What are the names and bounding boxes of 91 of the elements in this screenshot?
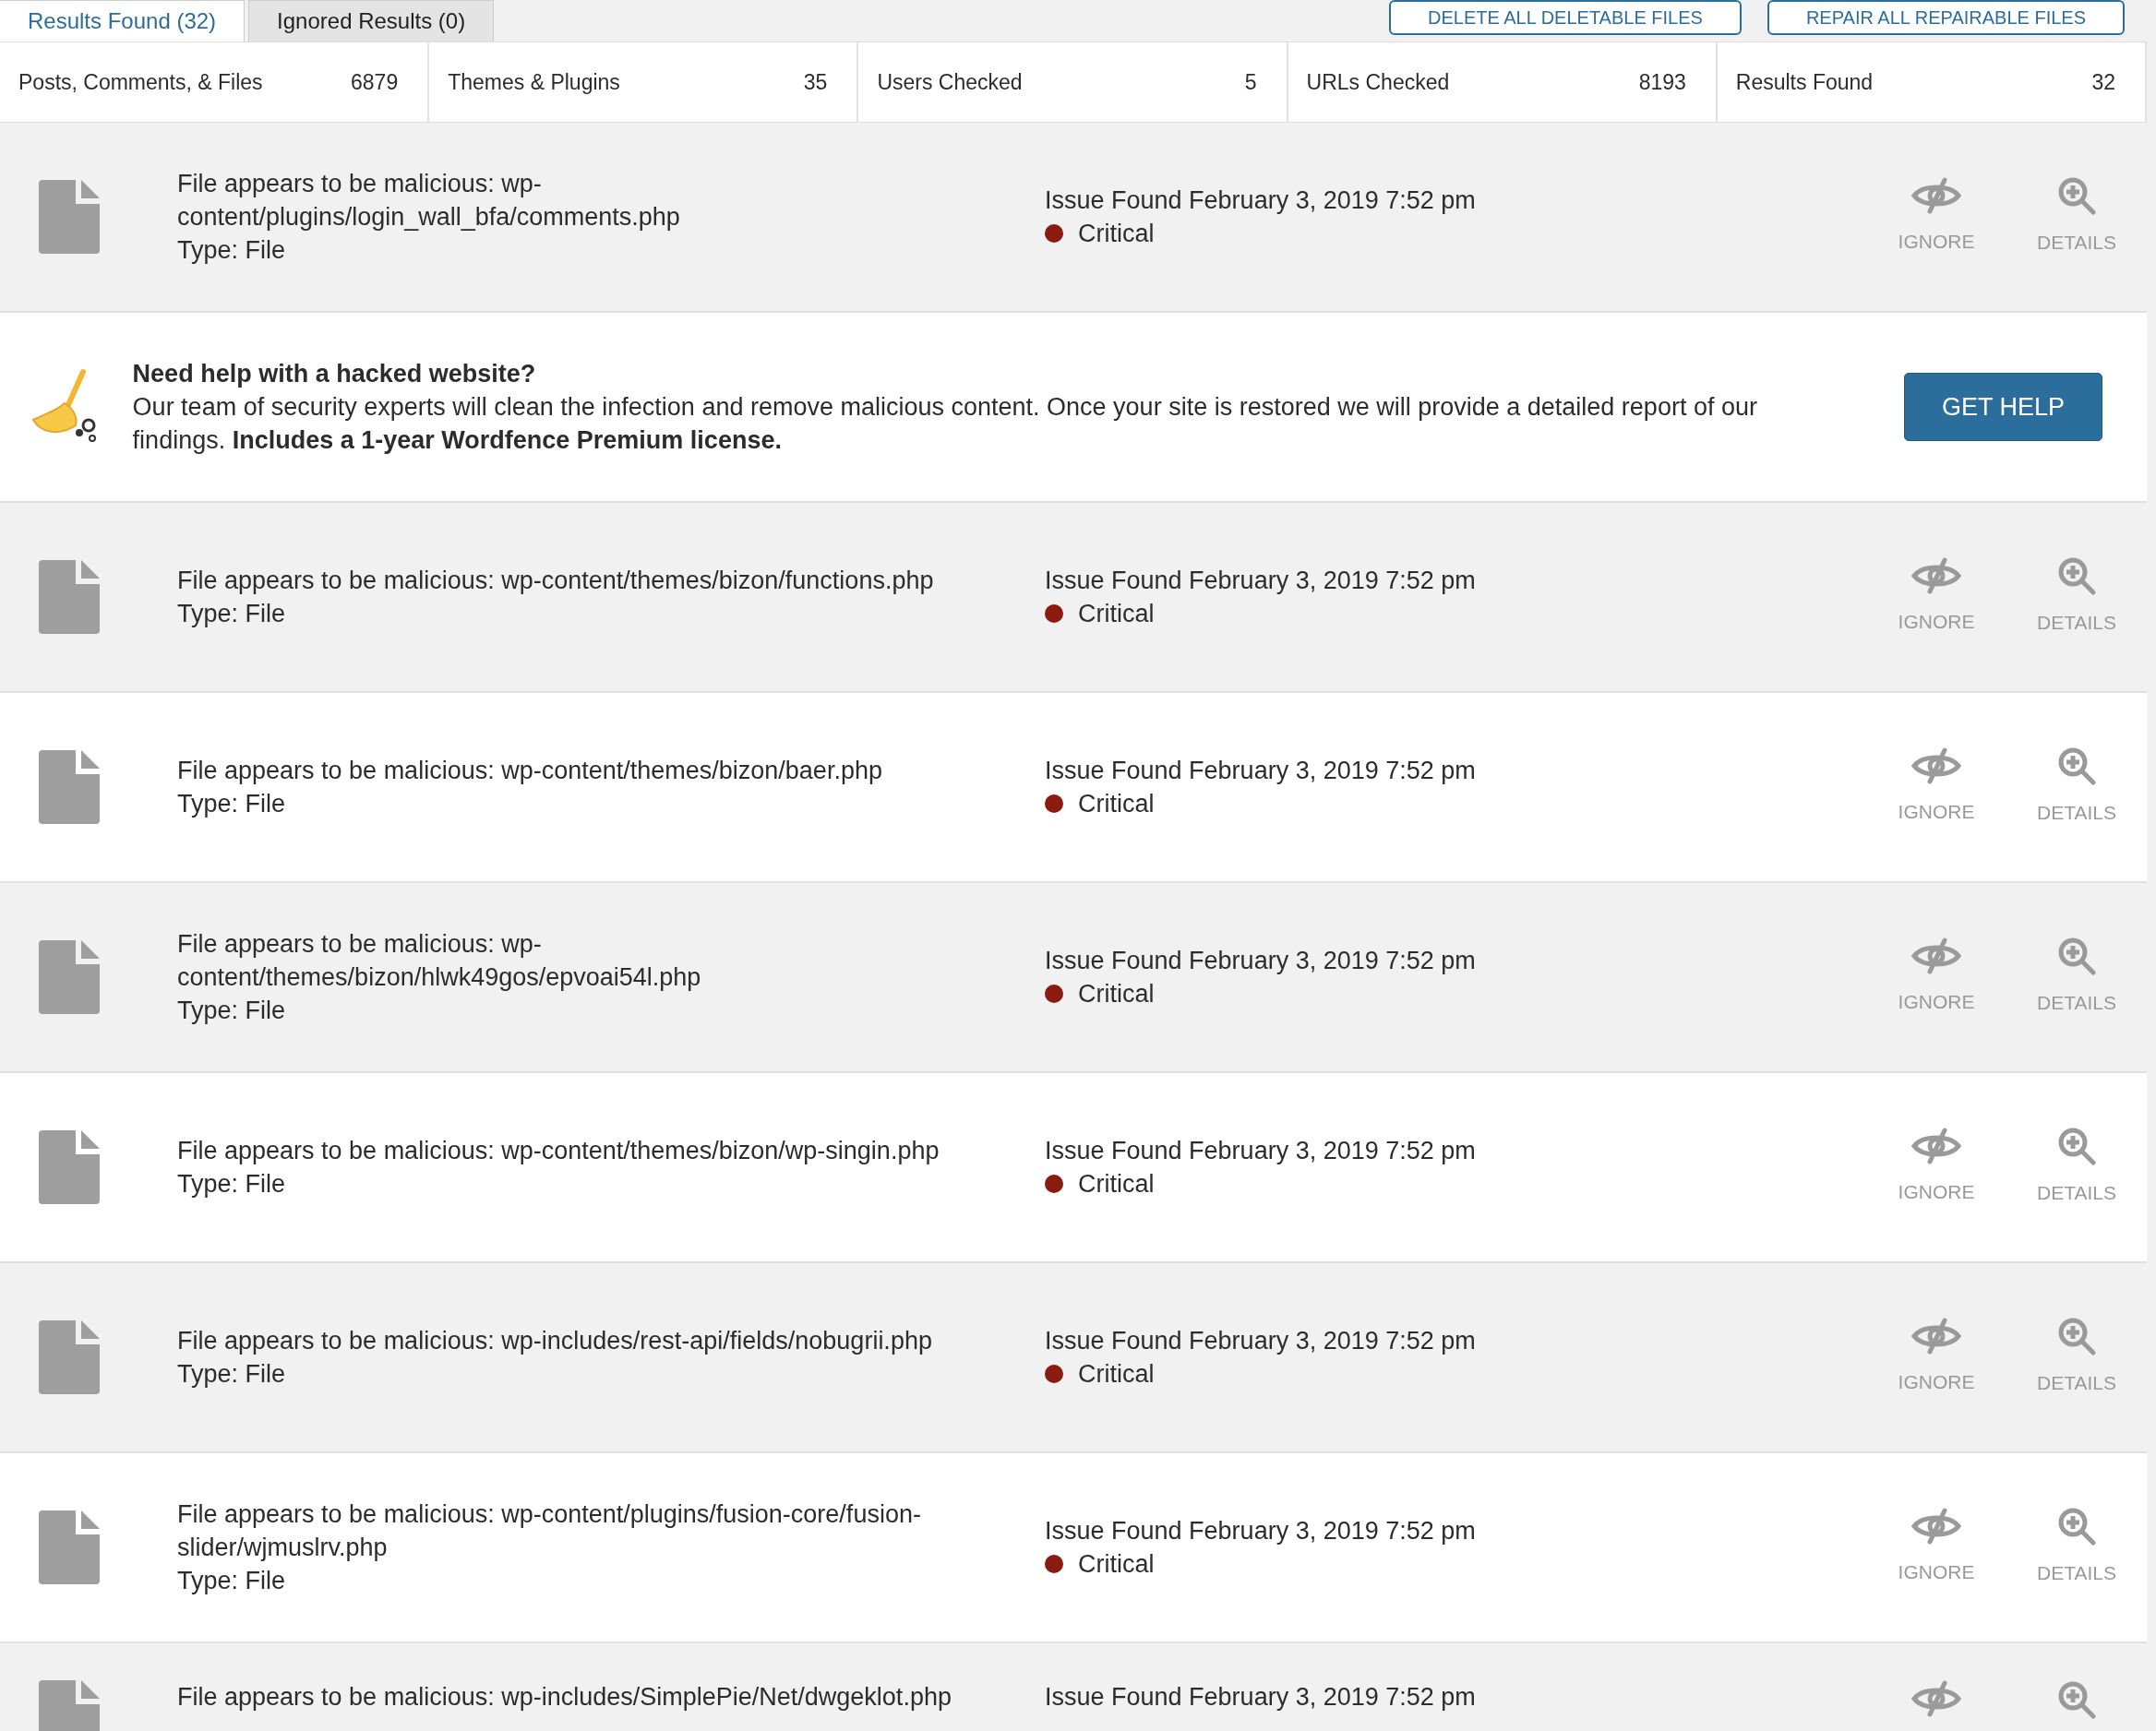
issue-description: File appears to be malicious: wp-content/themes/bizon/functions.php — [177, 566, 935, 596]
file-icon — [39, 750, 100, 824]
zoom-in-icon — [2057, 937, 2096, 976]
issue-type: Type: File — [177, 599, 287, 629]
severity-label: Critical — [1078, 1549, 1155, 1580]
zoom-in-icon — [2057, 1127, 2096, 1166]
stat-value: 6879 — [351, 68, 399, 96]
issue-date: Issue Found February 3, 2019 7:52 pm — [1045, 1516, 1477, 1546]
issue-description: File appears to be malicious: wp-includes/rest-api/fields/nobugrii.php — [177, 1326, 933, 1356]
file-icon — [39, 1130, 100, 1204]
issue-date: Issue Found February 3, 2019 7:52 pm — [1045, 185, 1477, 216]
zoom-in-icon — [2057, 1507, 2096, 1546]
severity-label: Critical — [1078, 599, 1155, 629]
severity-dot — [1045, 1175, 1063, 1193]
details-button[interactable]: DETAILS — [2006, 176, 2147, 257]
issue-type: Type: File — [177, 235, 287, 266]
issue-type: Type: File — [177, 1359, 287, 1390]
details-button[interactable]: DETAILS — [2006, 937, 2147, 1018]
eye-slash-icon — [1911, 937, 1961, 975]
issue-description: File appears to be malicious: wp-content/themes/bizon/hlwk49gos/epvoai54l.php — [177, 929, 702, 993]
ignore-button[interactable]: IGNORE — [1866, 1318, 2006, 1397]
issue-description: File appears to be malicious: wp-content/themes/bizon/baer.php — [177, 756, 883, 786]
file-icon — [39, 560, 100, 634]
details-button[interactable]: DETAILS — [2006, 1317, 2147, 1398]
issue-description: File appears to be malicious: wp-content/themes/bizon/wp-singin.php — [177, 1136, 940, 1166]
severity-label: Critical — [1078, 1359, 1155, 1390]
eye-slash-icon — [1911, 1128, 1961, 1165]
ignore-button[interactable]: IGNORE — [1866, 747, 2006, 827]
severity-label: Critical — [1078, 219, 1155, 249]
stat-label: Users Checked — [877, 68, 1023, 96]
severity-dot — [1045, 224, 1063, 243]
promo-text: Our team of security experts will clean the infection and remove malicious content. Once your site is restored we will provide a detailed report of our findings. Includes a 1-year Wordfence Premium license. — [132, 392, 1758, 456]
stat-value: 5 — [1244, 68, 1257, 96]
issue-date: Issue Found February 3, 2019 7:52 pm — [1045, 1136, 1477, 1166]
zoom-in-icon — [2057, 556, 2096, 596]
severity-dot — [1045, 1555, 1063, 1573]
details-button[interactable]: DETAILS — [2006, 1507, 2147, 1588]
eye-slash-icon — [1911, 1508, 1961, 1546]
details-button[interactable]: DETAILS — [2006, 1127, 2147, 1208]
file-icon — [39, 180, 100, 254]
file-icon — [39, 940, 100, 1014]
stat-label: Results Found — [1735, 68, 1874, 96]
issue-description: File appears to be malicious: wp-content/plugins/login_wall_bfa/comments.php — [177, 169, 681, 233]
stat-label: Posts, Comments, & Files — [18, 68, 263, 96]
action-button[interactable]: DELETE ALL DELETABLE FILES — [1389, 0, 1742, 35]
issue-date: Issue Found February 3, 2019 7:52 pm — [1045, 756, 1477, 786]
issue-date: Issue Found February 3, 2019 7:52 pm — [1045, 566, 1477, 596]
zoom-in-icon — [2057, 746, 2096, 786]
stat-value: 35 — [803, 68, 828, 96]
ignore-button[interactable]: IGNORE — [1866, 937, 2006, 1017]
issue-date: Issue Found February 3, 2019 7:52 pm — [1045, 1326, 1477, 1356]
severity-dot — [1045, 604, 1063, 623]
eye-slash-icon — [1911, 1318, 1961, 1355]
ignore-button[interactable]: IGNORE — [1866, 1128, 2006, 1207]
severity-label: Critical — [1078, 979, 1155, 1009]
details-button[interactable]: DETAILS — [2006, 556, 2147, 638]
severity-label: Critical — [1078, 789, 1155, 819]
zoom-in-icon — [2057, 1317, 2096, 1356]
issue-description: File appears to be malicious: wp-content/plugins/fusion-core/fusion-slider/wjmuslrv.php — [177, 1499, 922, 1563]
stat-label: URLs Checked — [1306, 68, 1450, 96]
issue-date: Issue Found February 3, 2019 7:52 pm — [1045, 1682, 1477, 1713]
issue-type: Type: File — [177, 996, 287, 1026]
issue-type: Type: File — [177, 1169, 287, 1200]
get-help-button[interactable]: GET HELP — [1903, 372, 2102, 442]
zoom-in-icon — [2057, 1680, 2096, 1719]
issue-type: Type: File — [177, 789, 287, 819]
severity-dot — [1045, 794, 1063, 813]
severity-dot — [1045, 985, 1063, 1003]
severity-dot — [1045, 1365, 1063, 1383]
severity-label: Critical — [1078, 1169, 1155, 1200]
results-tab[interactable]: Ignored Results (0) — [248, 0, 495, 42]
zoom-in-icon — [2057, 176, 2096, 216]
results-tab[interactable]: Results Found (32) — [0, 0, 246, 42]
issue-description: File appears to be malicious: wp-includes/SimplePie/Net/dwgeklot.php — [177, 1682, 952, 1713]
stat-value: 8193 — [1638, 68, 1686, 96]
file-icon — [39, 1510, 100, 1584]
file-icon — [39, 1320, 100, 1394]
ignore-button[interactable]: IGNORE — [1866, 1508, 2006, 1587]
issue-type: Type: File — [177, 1566, 287, 1596]
action-button[interactable]: REPAIR ALL REPAIRABLE FILES — [1767, 0, 2125, 35]
eye-slash-icon — [1911, 747, 1961, 785]
stat-value: 32 — [2091, 68, 2115, 96]
ignore-button[interactable]: IGNORE — [1866, 177, 2006, 257]
promo-title: Need help with a hacked website? — [132, 359, 537, 389]
details-button[interactable]: DETAILS — [2006, 746, 2147, 828]
eye-slash-icon — [1911, 177, 1961, 215]
eye-slash-icon — [1911, 1680, 1961, 1717]
stat-label: Themes & Plugins — [448, 68, 620, 96]
issue-date: Issue Found February 3, 2019 7:52 pm — [1045, 946, 1477, 976]
eye-slash-icon — [1911, 557, 1961, 595]
ignore-button[interactable]: IGNORE — [1866, 557, 2006, 637]
